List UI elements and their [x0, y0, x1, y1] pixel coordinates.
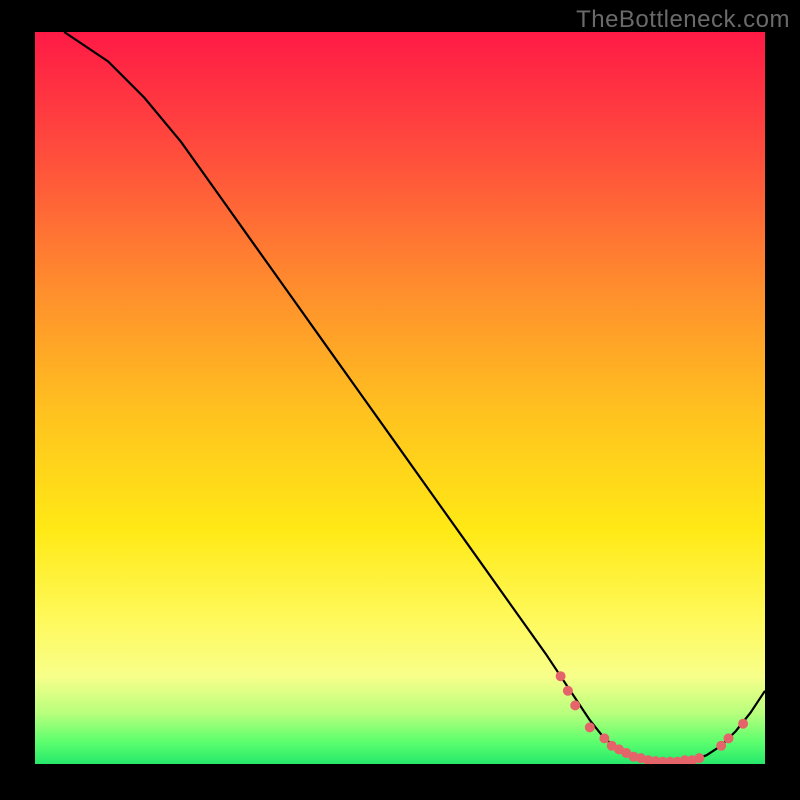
curve-marker: [556, 671, 566, 681]
plot-area: [35, 32, 765, 764]
curve-marker: [570, 700, 580, 710]
curve-svg: [35, 32, 765, 764]
curve-marker: [563, 686, 573, 696]
curve-markers: [556, 671, 749, 764]
curve-marker: [724, 733, 734, 743]
curve-marker: [585, 722, 595, 732]
curve-marker: [694, 753, 704, 763]
bottleneck-curve: [64, 32, 765, 762]
watermark-text: TheBottleneck.com: [576, 6, 790, 34]
curve-marker: [738, 719, 748, 729]
curve-marker: [716, 741, 726, 751]
curve-marker: [599, 733, 609, 743]
chart-frame: TheBottleneck.com: [0, 0, 800, 800]
